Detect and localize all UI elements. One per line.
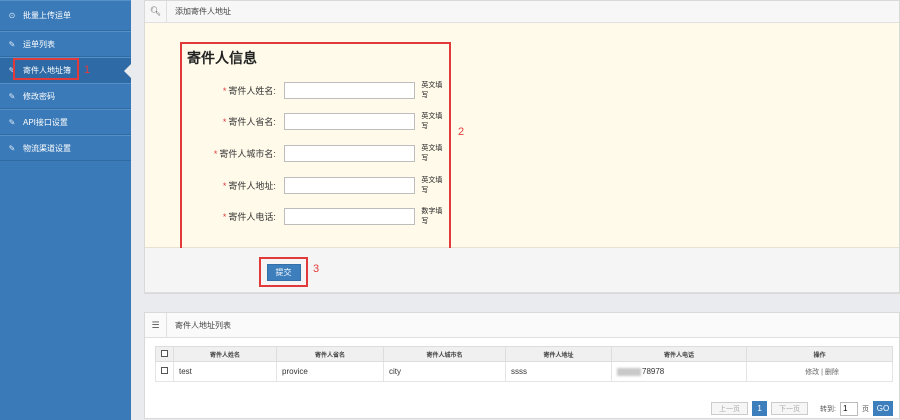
panel-title: 寄件人地址列表 [175,320,231,330]
current-page[interactable]: 1 [752,401,768,416]
go-button[interactable]: GO [873,401,893,416]
panel-header: ☰ 寄件人地址列表 [145,312,899,338]
field-label: 寄件人电话: [228,211,276,222]
submit-area: 提交 3 [145,248,899,293]
field-label: 寄件人姓名: [228,85,276,96]
field-hint: 数字填写 [421,208,443,225]
sidebar-item-api-settings[interactable]: ✎ API接口设置 [0,109,131,135]
form-title: 寄件人信息 [187,51,257,67]
table-header-row: 寄件人姓名 寄件人省名 寄件人城市名 寄件人地址 寄件人电话 操作 [155,346,893,362]
sender-address-input[interactable] [283,176,416,194]
pencil-icon: ✎ [8,117,16,127]
pencil-icon: ✎ [8,39,16,49]
goto-label: 转到: [820,405,836,413]
row-checkbox[interactable] [161,367,168,374]
pencil-icon: ✎ [8,91,16,101]
field-label: 寄件人城市名: [219,148,276,159]
sidebar-item-waybill-list[interactable]: ✎ 运单列表 [0,31,131,57]
cell-actions: 修改 | 删除 [746,361,893,382]
sender-name-input[interactable] [283,81,416,99]
annotation-label-2: 2 [458,126,465,138]
column-header: 寄件人地址 [505,346,612,362]
required-mark: * [222,85,227,96]
add-sender-panel: 🔍︎ 添加寄件人地址 寄件人信息 * 寄件人姓名: 英文填写 * 寄件人省名: 英文… [144,0,900,294]
sidebar-item-logistics-settings[interactable]: ✎ 物流渠道设置 [0,135,131,161]
cell-name: test [173,361,277,382]
sender-province-input[interactable] [283,112,416,130]
sidebar-item-batch-upload[interactable]: ⊙ 批量上传运单 [0,0,131,31]
field-hint: 英文填写 [421,82,443,99]
search-icon: 🔍︎ [145,0,167,23]
field-hint: 英文填写 [421,145,443,162]
next-page-button[interactable]: 下一页 [771,402,809,415]
panel-title: 添加寄件人地址 [175,7,231,16]
field-sender-city: * 寄件人城市名: 英文填写 [182,144,449,162]
required-mark: * [222,116,227,127]
sidebar-item-label: 修改密码 [23,91,55,101]
column-header: 寄件人电话 [611,346,747,362]
field-sender-address: * 寄件人地址: 英文填写 [182,176,449,194]
column-header: 操作 [746,346,893,362]
sidebar-item-change-password[interactable]: ✎ 修改密码 [0,83,131,109]
active-caret [124,64,131,78]
field-label: 寄件人省名: [228,116,276,127]
cell-city: city [383,361,506,382]
required-mark: * [213,148,218,159]
annotation-label-1: 1 [84,64,91,76]
column-header: 寄件人城市名 [383,346,506,362]
upload-icon: ⊙ [8,11,16,20]
cell-province: provice [276,361,384,382]
goto-page-input[interactable] [840,401,858,416]
edit-link[interactable]: 修改 [805,369,819,376]
field-hint: 英文填写 [421,177,443,194]
column-header: 寄件人省名 [276,346,384,362]
form-area: 寄件人信息 * 寄件人姓名: 英文填写 * 寄件人省名: 英文填写 * 寄件人城市名:… [145,23,899,252]
cell-phone: 78978 [611,361,747,382]
sidebar-item-label: 批量上传运单 [23,11,71,20]
sidebar-item-label: 物流渠道设置 [23,143,71,153]
main-content: 🔍︎ 添加寄件人地址 寄件人信息 * 寄件人姓名: 英文填写 * 寄件人省名: 英文… [144,0,900,419]
annotation-label-3: 3 [313,263,320,275]
annotation-box-3: 提交 [259,257,308,287]
annotation-box-1 [13,58,79,80]
required-mark: * [222,180,227,191]
sidebar-item-label: 运单列表 [23,39,55,49]
list-icon: ☰ [145,312,167,338]
delete-link[interactable]: 删除 [825,369,839,376]
column-header: 寄件人姓名 [173,346,277,362]
field-label: 寄件人地址: [228,180,276,191]
required-mark: * [222,211,227,222]
pencil-icon: ✎ [8,143,16,153]
sender-list-panel: ☰ 寄件人地址列表 寄件人姓名 寄件人省名 寄件人城市名 寄件人地址 寄件人电话… [144,312,900,419]
sender-city-input[interactable] [283,144,416,162]
field-hint: 英文填写 [421,113,443,130]
sender-table: 寄件人姓名 寄件人省名 寄件人城市名 寄件人地址 寄件人电话 操作 test p… [155,346,893,382]
submit-button[interactable]: 提交 [266,263,301,281]
field-sender-phone: * 寄件人电话: 数字填写 [182,207,449,225]
sender-phone-input[interactable] [283,207,416,225]
prev-page-button[interactable]: 上一页 [711,402,749,415]
panel-header: 🔍︎ 添加寄件人地址 [145,0,899,23]
sender-info-form: 寄件人信息 * 寄件人姓名: 英文填写 * 寄件人省名: 英文填写 * 寄件人城市名:… [180,42,451,252]
redacted-blur [617,367,641,376]
pagination: 上一页 1 下一页 转到: 页 GO [711,401,893,416]
cell-address: ssss [505,361,612,382]
field-sender-name: * 寄件人姓名: 英文填写 [182,81,449,99]
page-suffix: 页 [862,405,869,413]
select-all-checkbox[interactable] [161,349,168,357]
field-sender-province: * 寄件人省名: 英文填写 [182,112,449,130]
sidebar-item-label: API接口设置 [23,117,68,127]
table-row: test provice city ssss 78978 修改 | 删除 [155,361,893,382]
action-separator: | [821,368,823,376]
